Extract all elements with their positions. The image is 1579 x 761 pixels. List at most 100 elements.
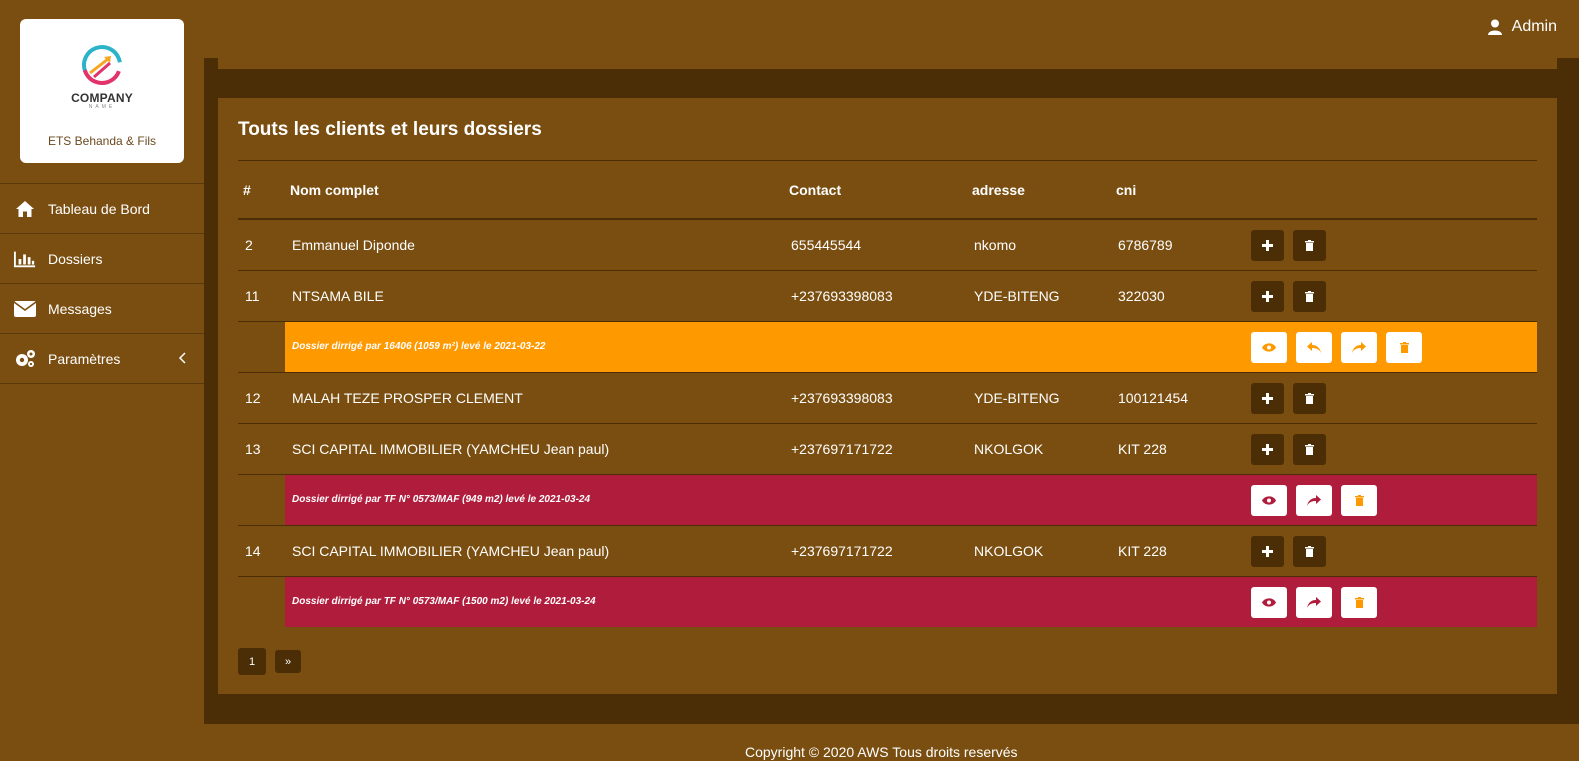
- delete-dossier-button[interactable]: [1341, 485, 1377, 516]
- sidebar-item-label: Tableau de Bord: [48, 200, 150, 217]
- row-cni: 322030: [1118, 288, 1165, 304]
- brand-card[interactable]: COMPANY NAME ETS Behanda & Fils: [20, 19, 184, 163]
- page-1-button[interactable]: 1: [238, 648, 266, 675]
- delete-dossier-button[interactable]: [1341, 587, 1377, 618]
- delete-client-button[interactable]: [1293, 230, 1326, 261]
- table-row: 13 SCI CAPITAL IMMOBILIER (YAMCHEU Jean …: [238, 424, 1537, 475]
- company-logo: [82, 45, 122, 85]
- sidebar: COMPANY NAME ETS Behanda & Fils Tableau …: [0, 0, 204, 761]
- logo-subtext: NAME: [88, 104, 116, 110]
- sidebar-item-parametres[interactable]: Paramètres: [0, 334, 204, 384]
- delete-client-button[interactable]: [1293, 281, 1326, 312]
- delete-client-button[interactable]: [1293, 434, 1326, 465]
- pagination: 1 »: [238, 648, 301, 675]
- page: COMPANY NAME ETS Behanda & Fils Tableau …: [0, 0, 1579, 761]
- row-name: SCI CAPITAL IMMOBILIER (YAMCHEU Jean pau…: [292, 543, 610, 559]
- gears-icon: [14, 349, 36, 369]
- delete-dossier-button[interactable]: [1386, 332, 1422, 363]
- row-cni: KIT 228: [1118, 441, 1167, 457]
- row-contact: 655445544: [791, 237, 862, 253]
- table-row: 11 NTSAMA BILE +237693398083 YDE-BITENG …: [238, 271, 1537, 322]
- add-dossier-button[interactable]: [1251, 383, 1284, 414]
- sidebar-item-label: Paramètres: [48, 350, 121, 367]
- user-menu[interactable]: Admin: [1487, 18, 1557, 36]
- plus-icon: [1262, 291, 1273, 302]
- next-page-button[interactable]: »: [275, 650, 301, 673]
- dossier-row: Dossier dirrigé par TF N° 0573/MAF (1500…: [238, 577, 1537, 628]
- sidebar-item-messages[interactable]: Messages: [0, 284, 204, 334]
- user-icon: [1487, 19, 1502, 35]
- footer-copyright: Copyright © 2020 AWS Tous droits reservé…: [745, 744, 1018, 760]
- trash-icon: [1354, 495, 1364, 506]
- home-icon: [14, 199, 36, 219]
- row-cni: KIT 228: [1118, 543, 1167, 559]
- trash-icon: [1399, 342, 1409, 353]
- envelope-icon: [14, 299, 36, 319]
- row-id: 11: [245, 288, 260, 304]
- add-dossier-button[interactable]: [1251, 281, 1284, 312]
- row-actions: [1251, 230, 1326, 261]
- sidebar-nav: Tableau de Bord Dossiers Messages Paramè…: [0, 183, 204, 384]
- row-actions: [1251, 536, 1326, 567]
- company-name: ETS Behanda & Fils: [47, 134, 157, 148]
- sidebar-item-label: Messages: [48, 300, 112, 317]
- bar-chart-icon: [14, 249, 36, 269]
- reply-icon: [1307, 341, 1321, 353]
- trash-icon: [1354, 597, 1364, 608]
- clients-card: Touts les clients et leurs dossiers # No…: [218, 98, 1557, 694]
- plus-icon: [1262, 546, 1273, 557]
- eye-icon: [1262, 598, 1276, 607]
- dossier-row: Dossier dirrigé par 16406 (1059 m²) levé…: [238, 322, 1537, 373]
- page-title: Touts les clients et leurs dossiers: [238, 119, 542, 140]
- dossier-actions: [1251, 485, 1377, 516]
- row-id: 14: [245, 543, 261, 559]
- user-name: Admin: [1511, 18, 1557, 35]
- column-header-name: Nom complet: [290, 182, 379, 198]
- forward-dossier-button[interactable]: [1296, 485, 1332, 516]
- row-id: 13: [245, 441, 261, 457]
- row-cni: 6786789: [1118, 237, 1173, 253]
- plus-icon: [1262, 444, 1273, 455]
- column-header-adresse: adresse: [972, 182, 1025, 198]
- add-dossier-button[interactable]: [1251, 230, 1284, 261]
- reply-dossier-button[interactable]: [1296, 332, 1332, 363]
- row-adresse: NKOLGOK: [974, 441, 1044, 457]
- add-dossier-button[interactable]: [1251, 536, 1284, 567]
- row-name: NTSAMA BILE: [292, 288, 384, 304]
- panel-top-strip: [218, 58, 1557, 69]
- row-id: 12: [245, 390, 261, 406]
- row-contact: +237697171722: [791, 441, 893, 457]
- view-dossier-button[interactable]: [1251, 587, 1287, 618]
- row-contact: +237693398083: [791, 390, 893, 406]
- delete-client-button[interactable]: [1293, 536, 1326, 567]
- row-contact: +237697171722: [791, 543, 893, 559]
- dossier-description: Dossier dirrigé par 16406 (1059 m²) levé…: [292, 341, 546, 352]
- dossier-band: Dossier dirrigé par TF N° 0573/MAF (1500…: [285, 577, 1537, 627]
- share-icon: [1352, 341, 1366, 353]
- dossier-actions: [1251, 587, 1377, 618]
- add-dossier-button[interactable]: [1251, 434, 1284, 465]
- forward-dossier-button[interactable]: [1341, 332, 1377, 363]
- forward-dossier-button[interactable]: [1296, 587, 1332, 618]
- main-panel: Touts les clients et leurs dossiers # No…: [204, 58, 1579, 724]
- dossier-row: Dossier dirrigé par TF N° 0573/MAF (949 …: [238, 475, 1537, 526]
- sidebar-item-tableau-de-bord[interactable]: Tableau de Bord: [0, 184, 204, 234]
- view-dossier-button[interactable]: [1251, 332, 1287, 363]
- row-name: SCI CAPITAL IMMOBILIER (YAMCHEU Jean pau…: [292, 441, 610, 457]
- row-actions: [1251, 281, 1326, 312]
- share-icon: [1307, 596, 1321, 608]
- table-row: 14 SCI CAPITAL IMMOBILIER (YAMCHEU Jean …: [238, 526, 1537, 577]
- trash-icon: [1305, 291, 1314, 302]
- row-adresse: nkomo: [974, 237, 1017, 253]
- row-adresse: YDE-BITENG: [974, 390, 1060, 406]
- trash-icon: [1305, 240, 1314, 251]
- row-adresse: YDE-BITENG: [974, 288, 1060, 304]
- sidebar-item-dossiers[interactable]: Dossiers: [0, 234, 204, 284]
- view-dossier-button[interactable]: [1251, 485, 1287, 516]
- dossier-actions: [1251, 332, 1422, 363]
- dossier-band: Dossier dirrigé par TF N° 0573/MAF (949 …: [285, 475, 1537, 525]
- column-header-cni: cni: [1116, 182, 1137, 198]
- delete-client-button[interactable]: [1293, 383, 1326, 414]
- row-name: MALAH TEZE PROSPER CLEMENT: [292, 390, 523, 406]
- row-name: Emmanuel Diponde: [292, 237, 415, 253]
